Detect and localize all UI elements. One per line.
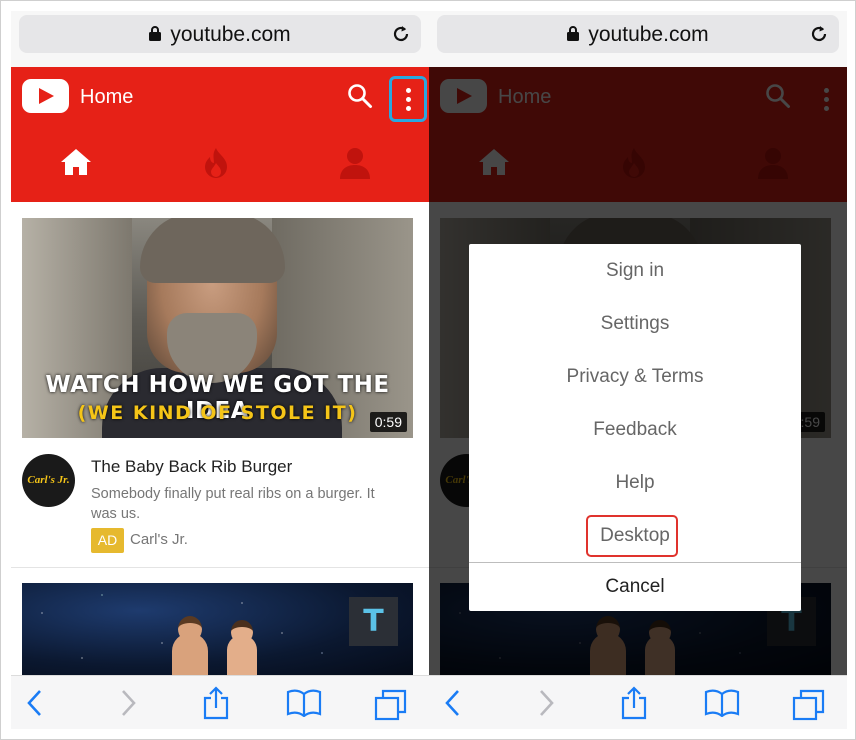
header-title: Home xyxy=(80,86,134,108)
desktop-highlight-box xyxy=(586,515,678,557)
channel-badge-logo: T xyxy=(349,597,398,646)
menu-item-sign-in[interactable]: Sign in xyxy=(469,244,801,297)
youtube-logo-icon[interactable] xyxy=(22,79,69,113)
dot-icon xyxy=(405,96,411,102)
address-bar[interactable]: youtube.com xyxy=(437,15,839,53)
back-icon[interactable] xyxy=(26,689,44,717)
bookmarks-icon[interactable] xyxy=(286,689,322,717)
channel-avatar[interactable]: Carl's Jr. xyxy=(22,454,75,507)
url-text: youtube.com xyxy=(170,23,291,46)
phone-right: youtube.com Home 0:59 Carl's Jr. xyxy=(429,11,847,729)
lock-icon xyxy=(567,26,580,41)
tab-trending-icon[interactable] xyxy=(202,147,230,179)
thumb-figure-hair xyxy=(140,218,285,283)
video-thumbnail[interactable]: WATCH HOW WE GOT THE IDEA (WE KIND OF ST… xyxy=(22,218,413,438)
menu-item-settings[interactable]: Settings xyxy=(469,297,801,350)
dot-icon xyxy=(405,105,411,111)
lock-icon xyxy=(149,26,162,41)
youtube-header: Home xyxy=(11,67,429,202)
options-menu: Sign in Settings Privacy & Terms Feedbac… xyxy=(469,244,801,611)
menu-item-privacy-terms[interactable]: Privacy & Terms xyxy=(469,350,801,403)
thumb-caption-line2: (WE KIND OF STOLE IT) xyxy=(77,402,358,424)
address-bar[interactable]: youtube.com xyxy=(19,15,421,53)
url-display: youtube.com xyxy=(19,23,421,47)
thumb2-figure-head xyxy=(231,620,253,644)
search-icon[interactable] xyxy=(347,83,373,109)
menu-item-feedback[interactable]: Feedback xyxy=(469,403,801,456)
menu-item-help[interactable]: Help xyxy=(469,456,801,509)
video-thumbnail-2[interactable]: T xyxy=(22,583,413,675)
video-feed: WATCH HOW WE GOT THE IDEA (WE KIND OF ST… xyxy=(11,202,429,675)
tab-account-icon[interactable] xyxy=(339,147,371,179)
safari-toolbar xyxy=(429,675,847,729)
dot-icon xyxy=(405,87,411,93)
forward-icon[interactable] xyxy=(537,689,555,717)
bookmarks-icon[interactable] xyxy=(704,689,740,717)
tabs-icon[interactable] xyxy=(792,689,826,721)
safari-address-area: youtube.com xyxy=(11,11,429,67)
channel-name[interactable]: Carl's Jr. xyxy=(130,531,188,548)
share-icon[interactable] xyxy=(202,686,230,720)
safari-address-area: youtube.com xyxy=(429,11,847,67)
phone-left: youtube.com Home WATCH HOW WE GOT THE ID… xyxy=(11,11,429,729)
video-title[interactable]: The Baby Back Rib Burger xyxy=(91,457,292,477)
url-text: youtube.com xyxy=(588,23,709,46)
divider xyxy=(11,567,429,568)
url-display: youtube.com xyxy=(437,23,839,47)
tabs-icon[interactable] xyxy=(374,689,408,721)
cancel-button[interactable]: Cancel xyxy=(469,562,801,611)
video-description: Somebody finally put real ribs on a burg… xyxy=(91,486,375,522)
tab-home-icon[interactable] xyxy=(59,147,93,177)
forward-icon[interactable] xyxy=(119,689,137,717)
share-icon[interactable] xyxy=(620,686,648,720)
safari-toolbar xyxy=(11,675,429,729)
thumb2-figure-head xyxy=(178,616,202,642)
ad-badge: AD xyxy=(91,528,124,553)
back-icon[interactable] xyxy=(444,689,462,717)
reload-icon[interactable] xyxy=(809,24,829,44)
modal-backdrop[interactable]: Sign in Settings Privacy & Terms Feedbac… xyxy=(429,67,847,675)
video-duration: 0:59 xyxy=(369,412,407,432)
reload-icon[interactable] xyxy=(391,24,411,44)
more-options-button[interactable] xyxy=(389,76,427,122)
